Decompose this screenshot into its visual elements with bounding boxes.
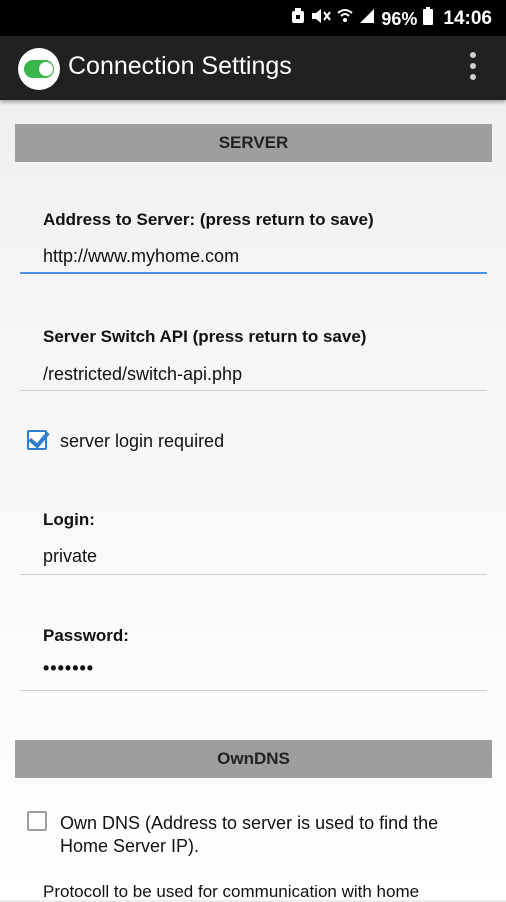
- wifi-icon: [337, 8, 354, 30]
- protocol-description: Protocoll to be used for communication w…: [43, 882, 420, 901]
- overflow-menu-icon[interactable]: [468, 52, 478, 84]
- section-header-server: SERVER: [15, 124, 492, 162]
- password-label: Password:: [43, 626, 129, 645]
- toggle-switch-icon: [18, 48, 60, 90]
- own-dns-label[interactable]: Own DNS (Address to server is used to fi…: [60, 812, 438, 858]
- address-label: Address to Server: (press return to save…: [43, 210, 374, 229]
- switch-api-input-underline: [20, 390, 487, 391]
- switch-api-label: Server Switch API (press return to save): [43, 327, 367, 346]
- login-required-label[interactable]: server login required: [60, 431, 224, 452]
- battery-icon: [423, 7, 434, 31]
- signal-icon: [359, 8, 375, 30]
- alarm-icon: [291, 8, 305, 30]
- address-input-underline: [20, 272, 487, 274]
- login-input-underline: [20, 574, 487, 575]
- checkmark-icon: [28, 426, 50, 449]
- mute-icon: [311, 8, 332, 30]
- password-input[interactable]: •••••••: [43, 658, 94, 679]
- page-title: Connection Settings: [68, 52, 292, 80]
- battery-percent: 96%: [381, 8, 418, 29]
- login-required-checkbox[interactable]: [27, 426, 50, 450]
- address-input[interactable]: http://www.myhome.com: [43, 246, 239, 267]
- password-input-underline: [20, 690, 487, 691]
- clock: 14:06: [443, 8, 492, 29]
- app-bar: Connection Settings: [0, 36, 506, 100]
- status-bar: 96% 14:06: [0, 0, 506, 36]
- own-dns-checkbox[interactable]: [27, 811, 47, 831]
- switch-api-input[interactable]: /restricted/switch-api.php: [43, 364, 242, 385]
- status-icons: 96% 14:06: [291, 7, 492, 31]
- login-label: Login:: [43, 510, 95, 529]
- section-header-owndns: OwnDNS: [15, 740, 492, 778]
- own-dns-label-line2: Home Server IP).: [60, 836, 200, 856]
- login-input[interactable]: private: [43, 546, 97, 567]
- own-dns-label-line1: Own DNS (Address to server is used to fi…: [60, 813, 439, 833]
